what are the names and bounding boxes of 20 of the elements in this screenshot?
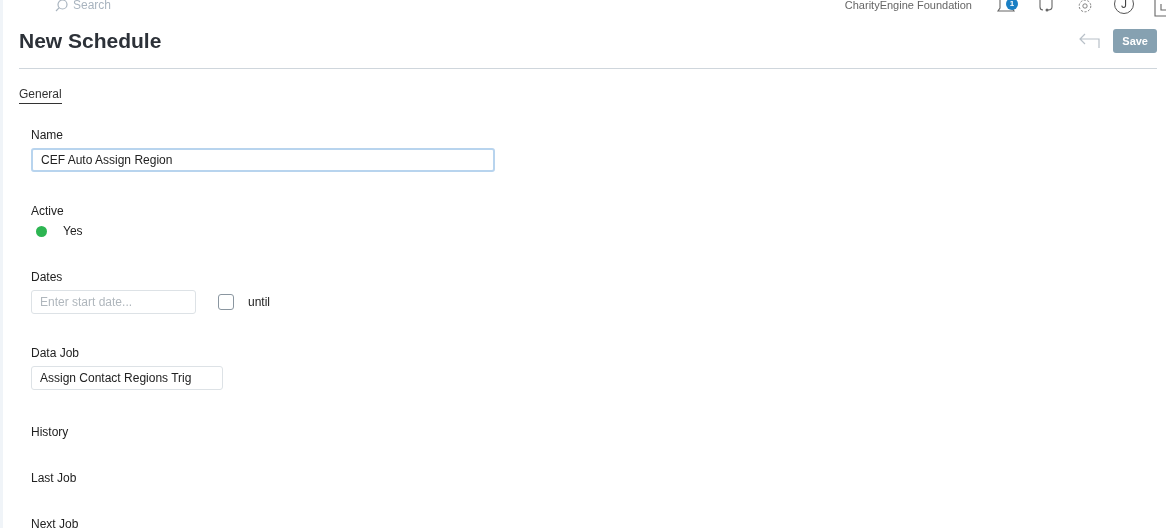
- field-label: Name: [31, 128, 64, 142]
- field-label: Dates: [31, 270, 64, 284]
- until-checkbox[interactable]: [218, 294, 234, 310]
- active-value: Yes: [63, 224, 83, 238]
- tab[interactable]: General: [19, 87, 62, 104]
- bell-icon[interactable]: 1: [996, 0, 1018, 14]
- field-label: Data Job: [31, 346, 81, 360]
- section-label: Next Job: [31, 517, 79, 528]
- until-label: until: [248, 295, 270, 309]
- field-label: Active: [31, 204, 65, 218]
- start-date-field[interactable]: Enter start date...: [31, 290, 196, 314]
- section-label: History: [31, 425, 69, 439]
- organization-name[interactable]: CharityEngine Foundation: [844, 0, 972, 11]
- name-field[interactable]: CEF Auto Assign Region: [31, 148, 495, 172]
- notification-count: 1: [1006, 0, 1018, 10]
- search-icon: [55, 0, 68, 12]
- page-title: New Schedule: [19, 29, 162, 53]
- data-job-field[interactable]: Assign Contact Regions Trig: [31, 366, 223, 390]
- section-label: Last Job: [31, 471, 77, 485]
- back-arrow-icon[interactable]: [1079, 33, 1102, 49]
